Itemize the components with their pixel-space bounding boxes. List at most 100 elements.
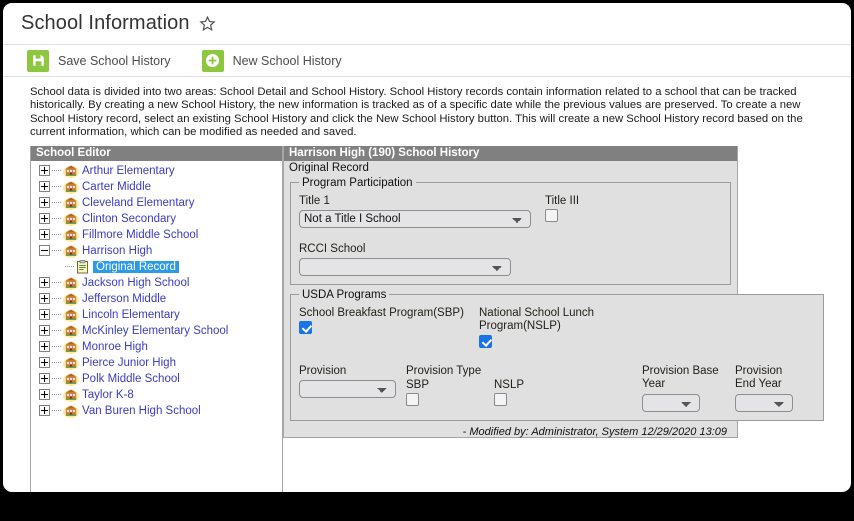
star-icon[interactable] bbox=[198, 15, 216, 32]
usda-programs-group: USDA Programs School Breakfast Program(S… bbox=[290, 288, 824, 421]
provision-end-year-select[interactable] bbox=[735, 393, 793, 412]
expand-icon[interactable] bbox=[39, 341, 50, 353]
tree-connector bbox=[52, 218, 62, 220]
tree-item-label: Harrison High bbox=[82, 244, 153, 257]
tree-connector bbox=[52, 250, 62, 252]
program-participation-group: Program Participation Title 1 Not a Titl… bbox=[290, 176, 731, 285]
school-icon bbox=[63, 356, 79, 370]
save-school-history-button[interactable]: Save School History bbox=[27, 49, 171, 72]
tree-item-label: Polk Middle School bbox=[82, 372, 180, 385]
tree-item-pierce-junior-high[interactable]: Pierce Junior High bbox=[31, 355, 282, 371]
expand-icon[interactable] bbox=[39, 181, 50, 193]
school-icon bbox=[63, 180, 79, 194]
tree-connector bbox=[52, 330, 62, 332]
expand-icon[interactable] bbox=[39, 293, 50, 305]
tree-item-label: Clinton Secondary bbox=[82, 212, 176, 225]
tree-item-harrison-high[interactable]: Harrison High bbox=[31, 243, 282, 259]
tree-item-label: Monroe High bbox=[82, 340, 148, 353]
program-participation-legend: Program Participation bbox=[302, 176, 413, 189]
tree-connector bbox=[52, 314, 62, 316]
tree-item-label: Cleveland Elementary bbox=[82, 196, 195, 209]
document-icon bbox=[76, 259, 89, 274]
provision-type-nslp-checkbox[interactable] bbox=[494, 392, 507, 406]
save-school-history-label: Save School History bbox=[58, 53, 171, 68]
tree-item-lincoln-elementary[interactable]: Lincoln Elementary bbox=[31, 307, 282, 323]
expand-icon[interactable] bbox=[39, 197, 50, 209]
expand-icon[interactable] bbox=[39, 405, 50, 417]
tree-connector bbox=[52, 410, 62, 412]
tree-item-label: Pierce Junior High bbox=[82, 356, 176, 369]
tree-item-fillmore-middle-school[interactable]: Fillmore Middle School bbox=[31, 227, 282, 243]
sbp-checkbox[interactable] bbox=[299, 320, 312, 334]
usda-programs-legend: USDA Programs bbox=[302, 288, 387, 301]
collapse-icon[interactable] bbox=[39, 245, 50, 257]
school-icon bbox=[63, 164, 79, 178]
expand-icon[interactable] bbox=[39, 213, 50, 225]
tree-item-van-buren-high-school[interactable]: Van Buren High School bbox=[31, 403, 282, 419]
title3-checkbox[interactable] bbox=[545, 208, 558, 222]
tree-connector bbox=[52, 362, 62, 364]
modified-by-footer: - Modified by: Administrator, System 12/… bbox=[462, 425, 727, 438]
expand-icon[interactable] bbox=[39, 165, 50, 177]
detail-panel-header: Harrison High (190) School History bbox=[284, 145, 737, 161]
new-school-history-label: New School History bbox=[232, 53, 342, 68]
provision-base-year-label: Provision Base Year bbox=[642, 364, 719, 390]
tree-item-clinton-secondary[interactable]: Clinton Secondary bbox=[31, 211, 282, 227]
tree-item-taylor-k-8[interactable]: Taylor K-8 bbox=[31, 387, 282, 403]
provision-end-year-label: Provision End Year bbox=[735, 364, 783, 390]
provision-type-sbp-checkbox[interactable] bbox=[406, 392, 419, 406]
expand-icon[interactable] bbox=[39, 229, 50, 241]
expand-icon[interactable] bbox=[39, 277, 50, 289]
tree-item-jefferson-middle[interactable]: Jefferson Middle bbox=[31, 291, 282, 307]
title3-label: Title III bbox=[545, 194, 580, 207]
expand-icon[interactable] bbox=[39, 309, 50, 321]
school-icon bbox=[63, 404, 79, 418]
sbp-label: School Breakfast Program(SBP) bbox=[299, 306, 464, 319]
school-icon bbox=[63, 228, 79, 242]
tree-item-carter-middle[interactable]: Carter Middle bbox=[31, 179, 282, 195]
tree-connector bbox=[52, 282, 62, 284]
new-school-history-button[interactable]: New School History bbox=[201, 49, 342, 72]
tree-item-mckinley-elementary-school[interactable]: McKinley Elementary School bbox=[31, 323, 282, 339]
tree-item-monroe-high[interactable]: Monroe High bbox=[31, 339, 282, 355]
tree-item-original-record[interactable]: Original Record bbox=[31, 259, 282, 275]
tree-item-label: Lincoln Elementary bbox=[82, 308, 180, 321]
body-area: School Editor Arthur Elementary Carter M… bbox=[3, 145, 851, 492]
tree-item-label: Van Buren High School bbox=[82, 404, 201, 417]
provision-base-year-select[interactable] bbox=[642, 393, 700, 412]
tree-item-arthur-elementary[interactable]: Arthur Elementary bbox=[31, 163, 282, 179]
expand-icon[interactable] bbox=[39, 373, 50, 385]
tree-connector bbox=[52, 378, 62, 380]
school-icon bbox=[63, 196, 79, 210]
tree-item-cleveland-elementary[interactable]: Cleveland Elementary bbox=[31, 195, 282, 211]
expand-icon[interactable] bbox=[39, 325, 50, 337]
tree-connector bbox=[52, 202, 62, 204]
tree-connector bbox=[65, 266, 75, 268]
tree-connector bbox=[52, 346, 62, 348]
tree-item-label: Fillmore Middle School bbox=[82, 228, 199, 241]
nslp-checkbox[interactable] bbox=[479, 334, 492, 348]
school-icon bbox=[63, 244, 79, 258]
save-floppy-icon bbox=[27, 49, 49, 72]
title1-select[interactable]: Not a Title I School bbox=[299, 209, 531, 228]
page-title: School Information bbox=[21, 12, 190, 34]
nslp-label: National School Lunch Program(NSLP) bbox=[479, 306, 595, 332]
rcci-school-select[interactable] bbox=[299, 257, 511, 276]
plus-circle-icon bbox=[201, 49, 224, 72]
expand-icon[interactable] bbox=[39, 357, 50, 369]
school-editor-panel: School Editor Arthur Elementary Carter M… bbox=[30, 145, 283, 492]
toolbar: Save School History New School History bbox=[3, 45, 851, 77]
tree-connector bbox=[52, 394, 62, 396]
school-icon bbox=[63, 324, 79, 338]
tree-item-label: Jackson High School bbox=[82, 276, 190, 289]
school-icon bbox=[63, 292, 79, 306]
provision-label: Provision bbox=[299, 364, 347, 377]
provision-select[interactable] bbox=[299, 379, 396, 398]
school-icon bbox=[63, 388, 79, 402]
tree-connector bbox=[52, 186, 62, 188]
expand-icon[interactable] bbox=[39, 389, 50, 401]
tree-item-jackson-high-school[interactable]: Jackson High School bbox=[31, 275, 282, 291]
record-label: Original Record bbox=[284, 160, 737, 177]
school-icon bbox=[63, 308, 79, 322]
tree-item-polk-middle-school[interactable]: Polk Middle School bbox=[31, 371, 282, 387]
